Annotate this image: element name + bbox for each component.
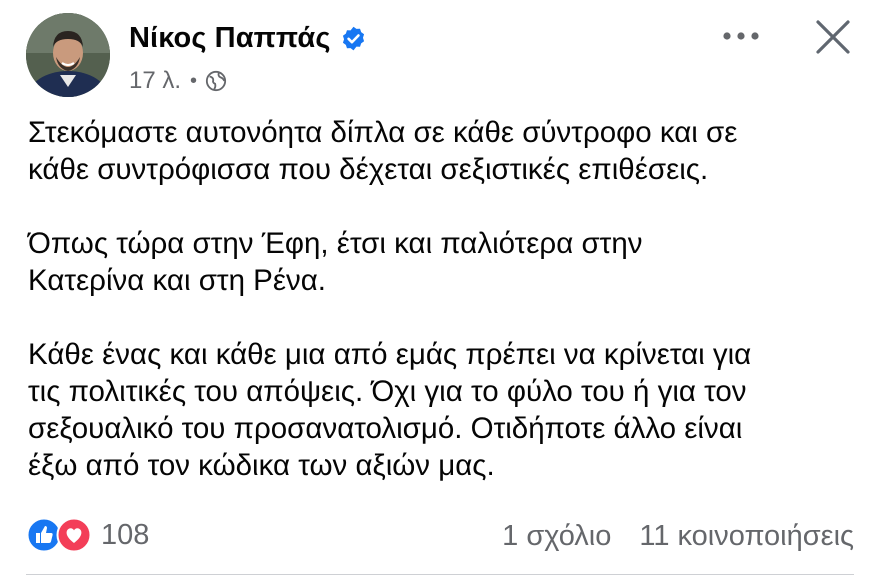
post-paragraph: Όπως τώρα στην Έφη, έτσι και παλιότερα σ… <box>28 227 643 297</box>
author-photo <box>26 13 110 97</box>
meta-separator: • <box>190 69 198 92</box>
close-button[interactable] <box>812 16 854 58</box>
more-horizontal-icon <box>723 32 759 40</box>
post-author[interactable]: Νίκος Παππάς <box>129 22 367 55</box>
divider <box>26 574 854 575</box>
reaction-count[interactable]: 108 <box>101 519 149 552</box>
post-stats: 1 σχόλιο 11 κοινοποιήσεις <box>502 520 854 553</box>
post-timestamp[interactable]: 17 λ. <box>129 67 181 95</box>
love-icon <box>56 517 92 553</box>
avatar[interactable] <box>26 13 110 97</box>
author-name[interactable]: Νίκος Παππάς <box>129 22 331 55</box>
comments-count[interactable]: 1 σχόλιο <box>502 520 611 553</box>
post-meta: 17 λ. • <box>129 67 227 95</box>
reactions-summary[interactable]: 108 <box>26 517 149 553</box>
close-icon <box>816 20 850 54</box>
post-text: Στεκόμαστε αυτονόητα δίπλα σε κάθε σύντρ… <box>28 114 858 521</box>
post-paragraph: Κάθε ένας και κάθε μια από εμάς πρέπει ν… <box>28 338 752 482</box>
post-paragraph: Στεκόμαστε αυτονόητα δίπλα σε κάθε σύντρ… <box>28 116 738 186</box>
verified-badge-icon <box>340 25 367 52</box>
shares-count[interactable]: 11 κοινοποιήσεις <box>639 520 854 553</box>
more-options-button[interactable] <box>718 22 764 50</box>
stats-spacer <box>611 520 639 553</box>
globe-icon[interactable] <box>205 70 227 92</box>
